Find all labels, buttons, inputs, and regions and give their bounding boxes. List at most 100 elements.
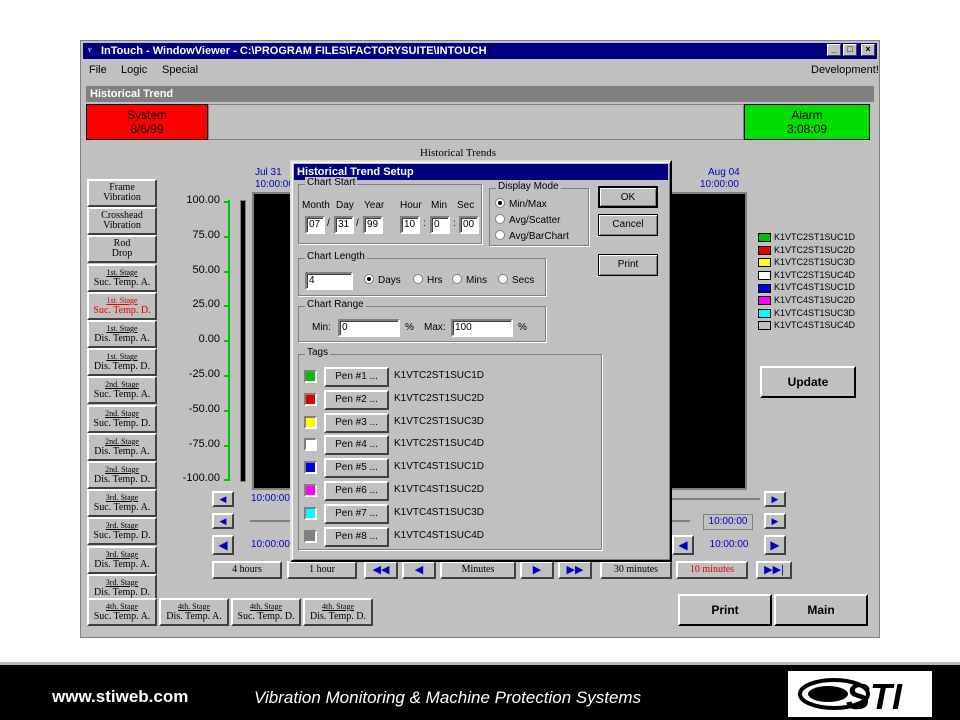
bottom-tab-0[interactable]: 4th. Stage Suc. Temp. A. (87, 598, 157, 626)
nav-line-2: Suc. Temp. D. (93, 530, 151, 542)
menu-special[interactable]: Special (162, 61, 198, 79)
go-to-end-button[interactable]: ▶▶| (756, 561, 792, 579)
span-1-hour-button[interactable]: 1 hour (287, 561, 357, 579)
nav-button-2[interactable]: Rod Drop (87, 235, 157, 264)
legend-tag: K1VTC4ST1SUC1D (774, 282, 856, 293)
pen-color-swatch[interactable] (304, 392, 317, 406)
pen-color-swatch[interactable] (304, 370, 317, 383)
nav-button-10[interactable]: 2nd. Stage Dis. Temp. D. (87, 461, 157, 489)
day-input[interactable]: 31 (334, 216, 354, 234)
cancel-button[interactable]: Cancel (598, 214, 658, 236)
chart-length-input[interactable]: 4 (305, 272, 353, 290)
main-button[interactable]: Main (774, 594, 868, 626)
length-secs-radio[interactable]: Secs (498, 274, 534, 287)
menu-development[interactable]: Development! (811, 61, 879, 79)
nav-button-6[interactable]: 1st. Stage Dis. Temp. D. (87, 348, 157, 377)
span-10-minutes-button[interactable]: 10 minutes (676, 561, 748, 579)
length-days-radio[interactable]: Days (364, 274, 401, 287)
date-separator-2: / (356, 218, 359, 229)
alarm-time: 3:08:09 (786, 122, 828, 136)
minutes-button[interactable]: Minutes (440, 561, 516, 579)
nav-button-1[interactable]: Crosshead Vibration (87, 207, 157, 236)
y-tick-mark (224, 409, 230, 412)
pen-color-swatch[interactable] (304, 506, 317, 520)
nav-button-11[interactable]: 3rd. Stage Suc. Temp. A. (87, 489, 157, 518)
scroll-right-large[interactable]: ▶ (764, 535, 786, 555)
pen-button-5[interactable]: Pen #5 ... (324, 458, 389, 479)
sti-logo: STI (788, 671, 932, 717)
legend-item: K1VTC4ST1SUC4D (758, 320, 855, 332)
title-bar[interactable]: ♆ InTouch - WindowViewer - C:\PROGRAM FI… (83, 43, 877, 59)
minute-input[interactable]: 0 (430, 216, 450, 234)
month-input[interactable]: 07 (305, 216, 325, 234)
scroll-right-small-2[interactable]: ▶ (764, 513, 786, 529)
menu-file[interactable]: File (89, 61, 107, 79)
pen-button-3[interactable]: Pen #3 ... (324, 412, 389, 433)
scroll-left-small-1[interactable]: ◀ (212, 491, 234, 507)
y-tick-mark (224, 479, 230, 482)
footer-url[interactable]: www.stiweb.com (52, 687, 188, 707)
pen-button-6[interactable]: Pen #6 ... (324, 481, 389, 501)
radio-icon (452, 274, 462, 284)
date-separator-1: / (327, 218, 330, 229)
bottom-tab-1[interactable]: 4th. Stage Dis. Temp. A. (159, 598, 229, 626)
dialog-print-button[interactable]: Print (598, 254, 658, 276)
legend-tag: K1VTC2ST1SUC1D (774, 232, 856, 242)
pen-color-swatch[interactable] (304, 529, 317, 543)
pen-button-1[interactable]: Pen #1 ... (324, 367, 389, 387)
pen-tag-name: K1VTC4ST1SUC2D (394, 484, 485, 495)
nav-button-5[interactable]: 1st. Stage Dis. Temp. A. (87, 320, 157, 348)
rewind-button[interactable]: ◀ (402, 561, 436, 579)
ok-button[interactable]: OK (598, 186, 658, 208)
scroll-right-small-1[interactable]: ▶ (764, 491, 786, 507)
print-button[interactable]: Print (678, 594, 772, 626)
pen-color-swatch[interactable] (304, 438, 317, 452)
minimize-button[interactable]: _ (827, 44, 841, 56)
hrs-label: Hrs (427, 275, 443, 286)
pen-button-8[interactable]: Pen #8 ... (324, 526, 389, 547)
nav-button-0[interactable]: Frame Vibration (87, 179, 157, 207)
bottom-tab-2[interactable]: 4th. Stage Suc. Temp. D. (231, 598, 301, 626)
hour-input[interactable]: 10 (400, 216, 420, 234)
mode-avgbar-radio[interactable]: Avg/BarChart (495, 230, 569, 243)
pen-color-swatch[interactable] (304, 484, 317, 497)
pen-color-swatch[interactable] (304, 461, 317, 475)
year-input[interactable]: 99 (363, 216, 383, 234)
nav-button-4[interactable]: 1st. Stage Suc. Temp. D. (87, 291, 157, 320)
length-hrs-radio[interactable]: Hrs (413, 274, 443, 287)
nav-button-12[interactable]: 3rd. Stage Suc. Temp. D. (87, 517, 157, 546)
mode-avgscatter-radio[interactable]: Avg/Scatter (495, 214, 561, 227)
pen-color-swatch[interactable] (304, 415, 317, 429)
length-mins-radio[interactable]: Mins (452, 274, 487, 287)
pen-button-2[interactable]: Pen #2 ... (324, 389, 389, 410)
forward-fast-button[interactable]: ▶▶ (558, 561, 592, 579)
nav-button-13[interactable]: 3rd. Stage Dis. Temp. A. (87, 545, 157, 574)
footer-tagline: Vibration Monitoring & Machine Protectio… (254, 688, 642, 707)
close-button[interactable]: × (861, 44, 875, 56)
mode-minmax-radio[interactable]: Min/Max (495, 198, 547, 211)
bottom-tab-3[interactable]: 4th. Stage Dis. Temp. D. (303, 598, 373, 626)
scroll-left-large-2[interactable]: ◀ (672, 535, 694, 555)
nav-button-8[interactable]: 2nd. Stage Suc. Temp. D. (87, 404, 157, 433)
menu-logic[interactable]: Logic (121, 61, 147, 79)
nav-button-7[interactable]: 2nd. Stage Suc. Temp. A. (87, 376, 157, 405)
span-4-hours-button[interactable]: 4 hours (212, 561, 282, 579)
scroll-left-large[interactable]: ◀ (212, 535, 234, 555)
span-30-minutes-button[interactable]: 30 minutes (600, 561, 672, 579)
update-button[interactable]: Update (760, 366, 856, 398)
rewind-fast-button[interactable]: ◀◀ (364, 561, 398, 579)
scroll-left-small-2[interactable]: ◀ (212, 513, 234, 529)
y-scrollbar[interactable] (240, 200, 246, 482)
forward-button[interactable]: ▶ (520, 561, 554, 579)
maximize-button[interactable]: □ (843, 44, 857, 56)
nav-button-9[interactable]: 2nd. Stage Dis. Temp. A. (87, 432, 157, 461)
nav-button-3[interactable]: 1st. Stage Suc. Temp. A. (87, 263, 157, 292)
pen-button-4[interactable]: Pen #4 ... (324, 435, 389, 456)
range-max-input[interactable]: 100 (451, 319, 513, 337)
y-tick-label: 50.00 (192, 263, 220, 276)
nav-line-2: Dis. Temp. D. (93, 586, 151, 598)
range-min-input[interactable]: 0 (338, 319, 400, 337)
y-tick-label: 0.00 (198, 333, 220, 346)
second-input[interactable]: 00 (459, 216, 479, 234)
pen-button-7[interactable]: Pen #7 ... (324, 503, 389, 524)
